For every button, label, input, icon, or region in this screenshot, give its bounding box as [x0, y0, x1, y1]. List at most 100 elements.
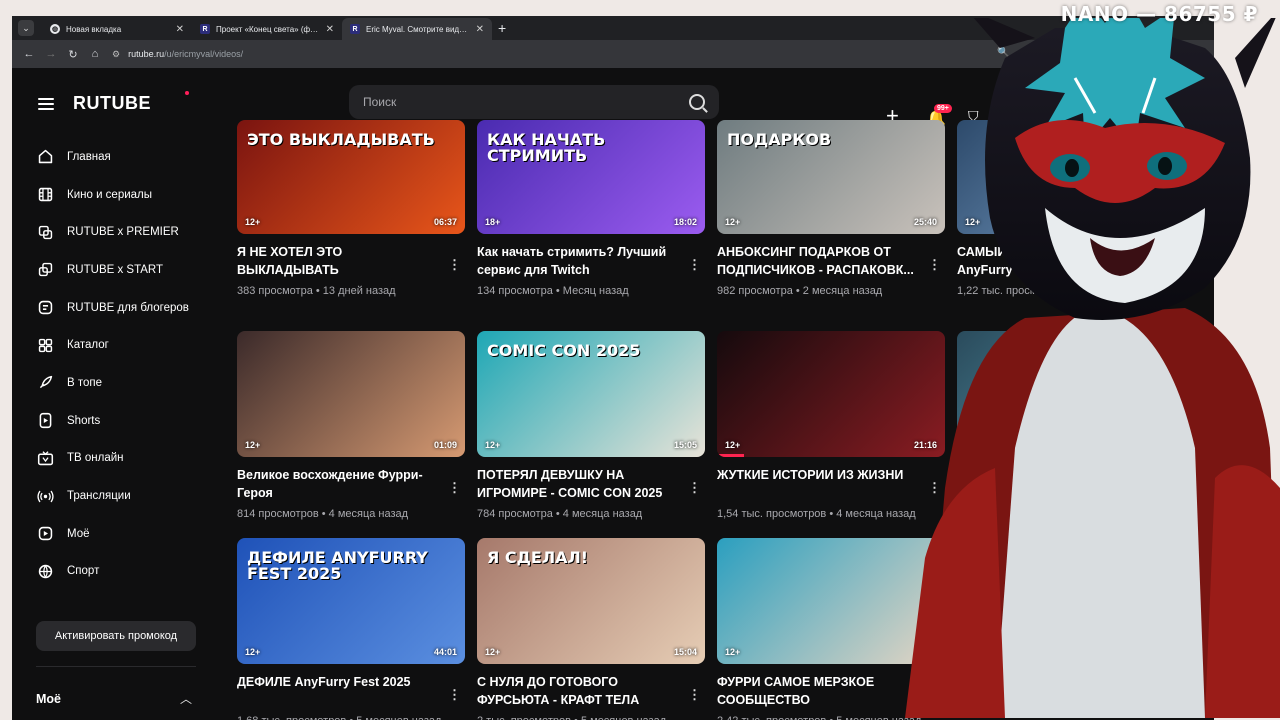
video-title[interactable]: ДЕФИЛЕ AnyFurry Fest 2025 ⋮ — [237, 674, 465, 709]
more-options-icon[interactable]: ⋮ — [688, 256, 701, 274]
sidebar-item-4[interactable]: RUTUBE для блогеров — [12, 289, 212, 327]
reload-icon[interactable]: ↻ — [62, 48, 84, 61]
video-title[interactable]: Я НЕ ХОТЕЛ ЭТО ВЫКЛАДЫВАТЬ ⋮ — [237, 244, 465, 279]
sidebar-section-my[interactable]: Моё — [36, 692, 61, 706]
age-rating-badge: 12+ — [245, 440, 261, 450]
home-icon — [36, 148, 54, 166]
site-info-icon[interactable]: ⚙ — [112, 49, 120, 60]
sidebar-item-label: Shorts — [67, 414, 101, 427]
sidebar-item-7[interactable]: Shorts — [12, 402, 212, 440]
sidebar-item-label: Моё — [67, 527, 90, 540]
video-thumbnail[interactable]: COMIC CON 2025 12+ 15:05 — [477, 331, 705, 457]
sidebar-item-label: Трансляции — [67, 490, 131, 503]
thumbnail-caption: ЭТО ВЫКЛАДЫВАТЬ — [247, 130, 435, 149]
globe-icon: ◍ — [50, 24, 60, 34]
meta-separator: • — [312, 285, 323, 297]
age-rating-badge: 12+ — [725, 217, 741, 227]
chevron-up-icon[interactable]: ︿ — [180, 690, 192, 707]
forward-icon[interactable]: → — [40, 48, 62, 60]
sidebar-item-0[interactable]: Главная — [12, 138, 212, 176]
video-thumbnail[interactable]: ЭТО ВЫКЛАДЫВАТЬ 12+ 06:37 — [237, 120, 465, 234]
video-card[interactable]: КАК НАЧАТЬ СТРИМИТЬ 18+ 18:02 Как начать ст… — [477, 120, 705, 297]
video-card[interactable]: 12+ 01:09 Великое восхождение Фурри-Героя ⋮… — [237, 331, 465, 520]
tab-search-dropdown-icon[interactable]: ⌄ — [18, 20, 34, 36]
age-rating-badge: 18+ — [485, 217, 501, 227]
sidebar-item-9[interactable]: Трансляции — [12, 477, 212, 515]
back-icon[interactable]: ← — [18, 48, 40, 60]
duration-badge: 01:09 — [433, 440, 457, 450]
sidebar-divider — [36, 666, 196, 667]
close-icon[interactable]: ✕ — [176, 24, 184, 35]
rutube-logo[interactable]: RUTUBE — [73, 93, 151, 114]
new-tab-icon[interactable]: + — [498, 20, 506, 36]
start-icon — [36, 261, 54, 279]
view-count: 2,42 тыс. просмотров — [717, 715, 826, 720]
video-meta: 814 просмотров • 4 месяца назад — [237, 508, 465, 520]
video-meta: 1,68 тыс. просмотров • 5 месяцев назад — [237, 715, 465, 720]
video-meta: 134 просмотра • Месяц назад — [477, 285, 705, 297]
tab-eric-myval[interactable]: R Eric Myval. Смотрите видео он ✕ — [342, 18, 492, 40]
video-card[interactable]: COMIC CON 2025 12+ 15:05 ПОТЕРЯЛ ДЕВУШКУ НА… — [477, 331, 705, 520]
more-options-icon[interactable]: ⋮ — [448, 686, 461, 704]
video-title[interactable]: Как начать стримить? Лучший сервис для T… — [477, 244, 705, 279]
activate-promo-button[interactable]: Активировать промокод — [36, 621, 196, 651]
tab-project[interactable]: R Проект «Конец света» (фильм ✕ — [192, 18, 342, 40]
video-thumbnail[interactable]: ДЕФИЛЕ ANYFURRY FEST 2025 12+ 44:01 — [237, 538, 465, 664]
sidebar-item-6[interactable]: В топе — [12, 364, 212, 402]
sidebar-item-1[interactable]: Кино и сериалы — [12, 176, 212, 214]
view-count: 1,54 тыс. просмотров — [717, 508, 827, 520]
more-options-icon[interactable]: ⋮ — [448, 479, 461, 497]
tab-label: Eric Myval. Смотрите видео он — [366, 24, 470, 34]
video-title-text: ЖУТКИЕ ИСТОРИИ ИЗ ЖИЗНИ — [717, 468, 904, 482]
tab-new[interactable]: ◍ Новая вкладка ✕ — [42, 18, 192, 40]
sidebar-item-3[interactable]: RUTUBE x START — [12, 251, 212, 289]
video-card[interactable]: ЭТО ВЫКЛАДЫВАТЬ 12+ 06:37 Я НЕ ХОТЕЛ ЭТО ВЫ… — [237, 120, 465, 297]
more-options-icon[interactable]: ⋮ — [688, 479, 701, 497]
upload-age: 5 месяцев назад — [356, 715, 441, 720]
video-title-text: С НУЛЯ ДО ГОТОВОГО ФУРСЬЮТА - КРАФТ ТЕЛА — [477, 675, 640, 707]
sidebar-item-label: RUTUBE x PREMIER — [67, 226, 179, 239]
rutube-icon: R — [350, 24, 360, 34]
sidebar-item-label: RUTUBE для блогеров — [67, 301, 189, 314]
video-title[interactable]: ПОТЕРЯЛ ДЕВУШКУ НА ИГРОМИРЕ - COMIC CON … — [477, 467, 705, 502]
search-icon[interactable] — [689, 94, 705, 110]
video-thumbnail[interactable]: 12+ 01:09 — [237, 331, 465, 457]
video-title[interactable]: С НУЛЯ ДО ГОТОВОГО ФУРСЬЮТА - КРАФТ ТЕЛА… — [477, 674, 705, 709]
logo-dot — [185, 91, 189, 95]
video-title-text: ДЕФИЛЕ AnyFurry Fest 2025 — [237, 675, 411, 689]
sidebar-item-8[interactable]: ТВ онлайн — [12, 440, 212, 478]
sidebar-item-2[interactable]: RUTUBE x PREMIER — [12, 213, 212, 251]
age-rating-badge: 12+ — [725, 440, 741, 450]
upload-age: 5 месяцев назад — [581, 715, 666, 720]
sidebar-item-10[interactable]: Моё — [12, 515, 212, 553]
more-options-icon[interactable]: ⋮ — [688, 686, 701, 704]
tv-icon — [36, 449, 54, 467]
view-count: 1,68 тыс. просмотров — [237, 715, 346, 720]
sidebar-item-label: Кино и сериалы — [67, 188, 153, 201]
video-thumbnail[interactable]: Я СДЕЛАЛ! 12+ 15:04 — [477, 538, 705, 664]
url-field[interactable]: ⚙ rutube.ru/u/ericmyval/videos/ — [112, 44, 243, 64]
shorts-icon — [36, 412, 54, 430]
video-title[interactable]: Великое восхождение Фурри-Героя ⋮ — [237, 467, 465, 502]
film-icon — [36, 186, 54, 204]
upload-age: Месяц назад — [562, 285, 629, 297]
close-icon[interactable]: ✕ — [476, 24, 484, 35]
age-rating-badge: 12+ — [725, 647, 741, 657]
duration-badge: 15:04 — [673, 647, 697, 657]
menu-icon[interactable] — [38, 98, 54, 110]
view-count: 134 просмотра — [477, 285, 553, 297]
sidebar-item-5[interactable]: Каталог — [12, 326, 212, 364]
sidebar-item-11[interactable]: Спорт — [12, 553, 212, 591]
video-card[interactable]: ДЕФИЛЕ ANYFURRY FEST 2025 12+ 44:01 ДЕФИЛЕ … — [237, 538, 465, 720]
search-input[interactable]: Поиск — [349, 85, 719, 119]
close-icon[interactable]: ✕ — [326, 24, 334, 35]
duration-badge: 44:01 — [433, 647, 457, 657]
video-card[interactable]: Я СДЕЛАЛ! 12+ 15:04 С НУЛЯ ДО ГОТОВОГО ФУРС… — [477, 538, 705, 720]
more-options-icon[interactable]: ⋮ — [448, 256, 461, 274]
home-nav-icon[interactable]: ⌂ — [84, 48, 106, 60]
sidebar-item-label: Каталог — [67, 339, 109, 352]
sport-icon — [36, 562, 54, 580]
video-title-text: ФУРРИ САМОЕ МЕРЗКОЕ СООБЩЕСТВО — [717, 675, 875, 707]
video-thumbnail[interactable]: КАК НАЧАТЬ СТРИМИТЬ 18+ 18:02 — [477, 120, 705, 234]
vtuber-avatar — [905, 18, 1280, 718]
